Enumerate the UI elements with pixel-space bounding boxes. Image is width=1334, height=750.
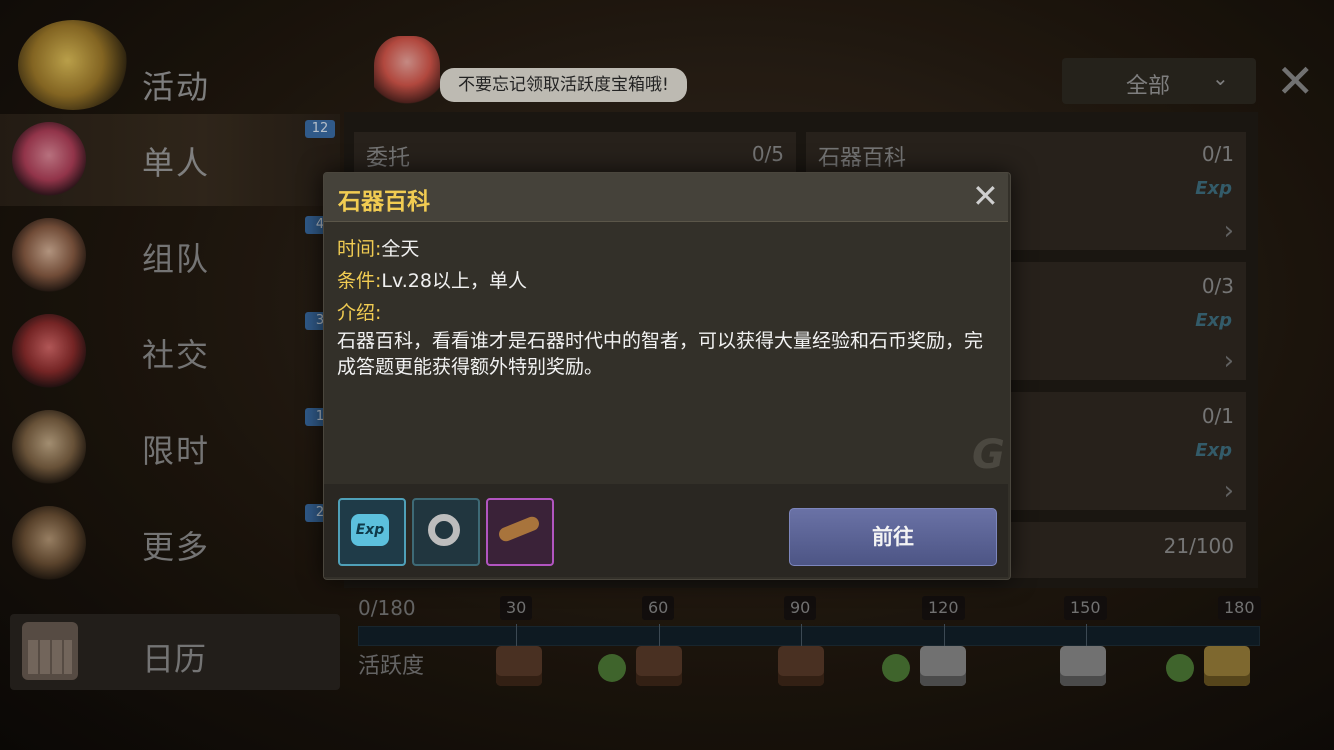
- go-button[interactable]: 前往: [789, 508, 997, 566]
- watermark-logo: G: [972, 432, 1005, 478]
- close-icon[interactable]: ✕: [972, 178, 999, 214]
- time-row: 时间:全天: [337, 234, 419, 261]
- exp-icon: Exp: [351, 514, 389, 546]
- condition-key: 条件:: [337, 270, 382, 292]
- reward-stone-coin[interactable]: [412, 498, 480, 566]
- wood-log-icon: [496, 514, 542, 544]
- reward-wood[interactable]: [486, 498, 554, 566]
- dialog-description: 石器百科，看看谁才是石器时代中的智者，可以获得大量经验和石币奖励，完成答题更能获…: [337, 330, 984, 378]
- reward-exp[interactable]: Exp: [338, 498, 406, 566]
- intro-row: 介绍:: [337, 298, 381, 325]
- time-value: 全天: [381, 238, 420, 260]
- intro-key: 介绍:: [337, 302, 382, 324]
- stone-ring-icon: [428, 514, 460, 546]
- condition-row: 条件:Lv.28以上，单人: [337, 266, 527, 293]
- condition-value: Lv.28以上，单人: [381, 270, 527, 292]
- dialog-title: 石器百科: [338, 189, 430, 215]
- time-key: 时间:: [337, 238, 382, 260]
